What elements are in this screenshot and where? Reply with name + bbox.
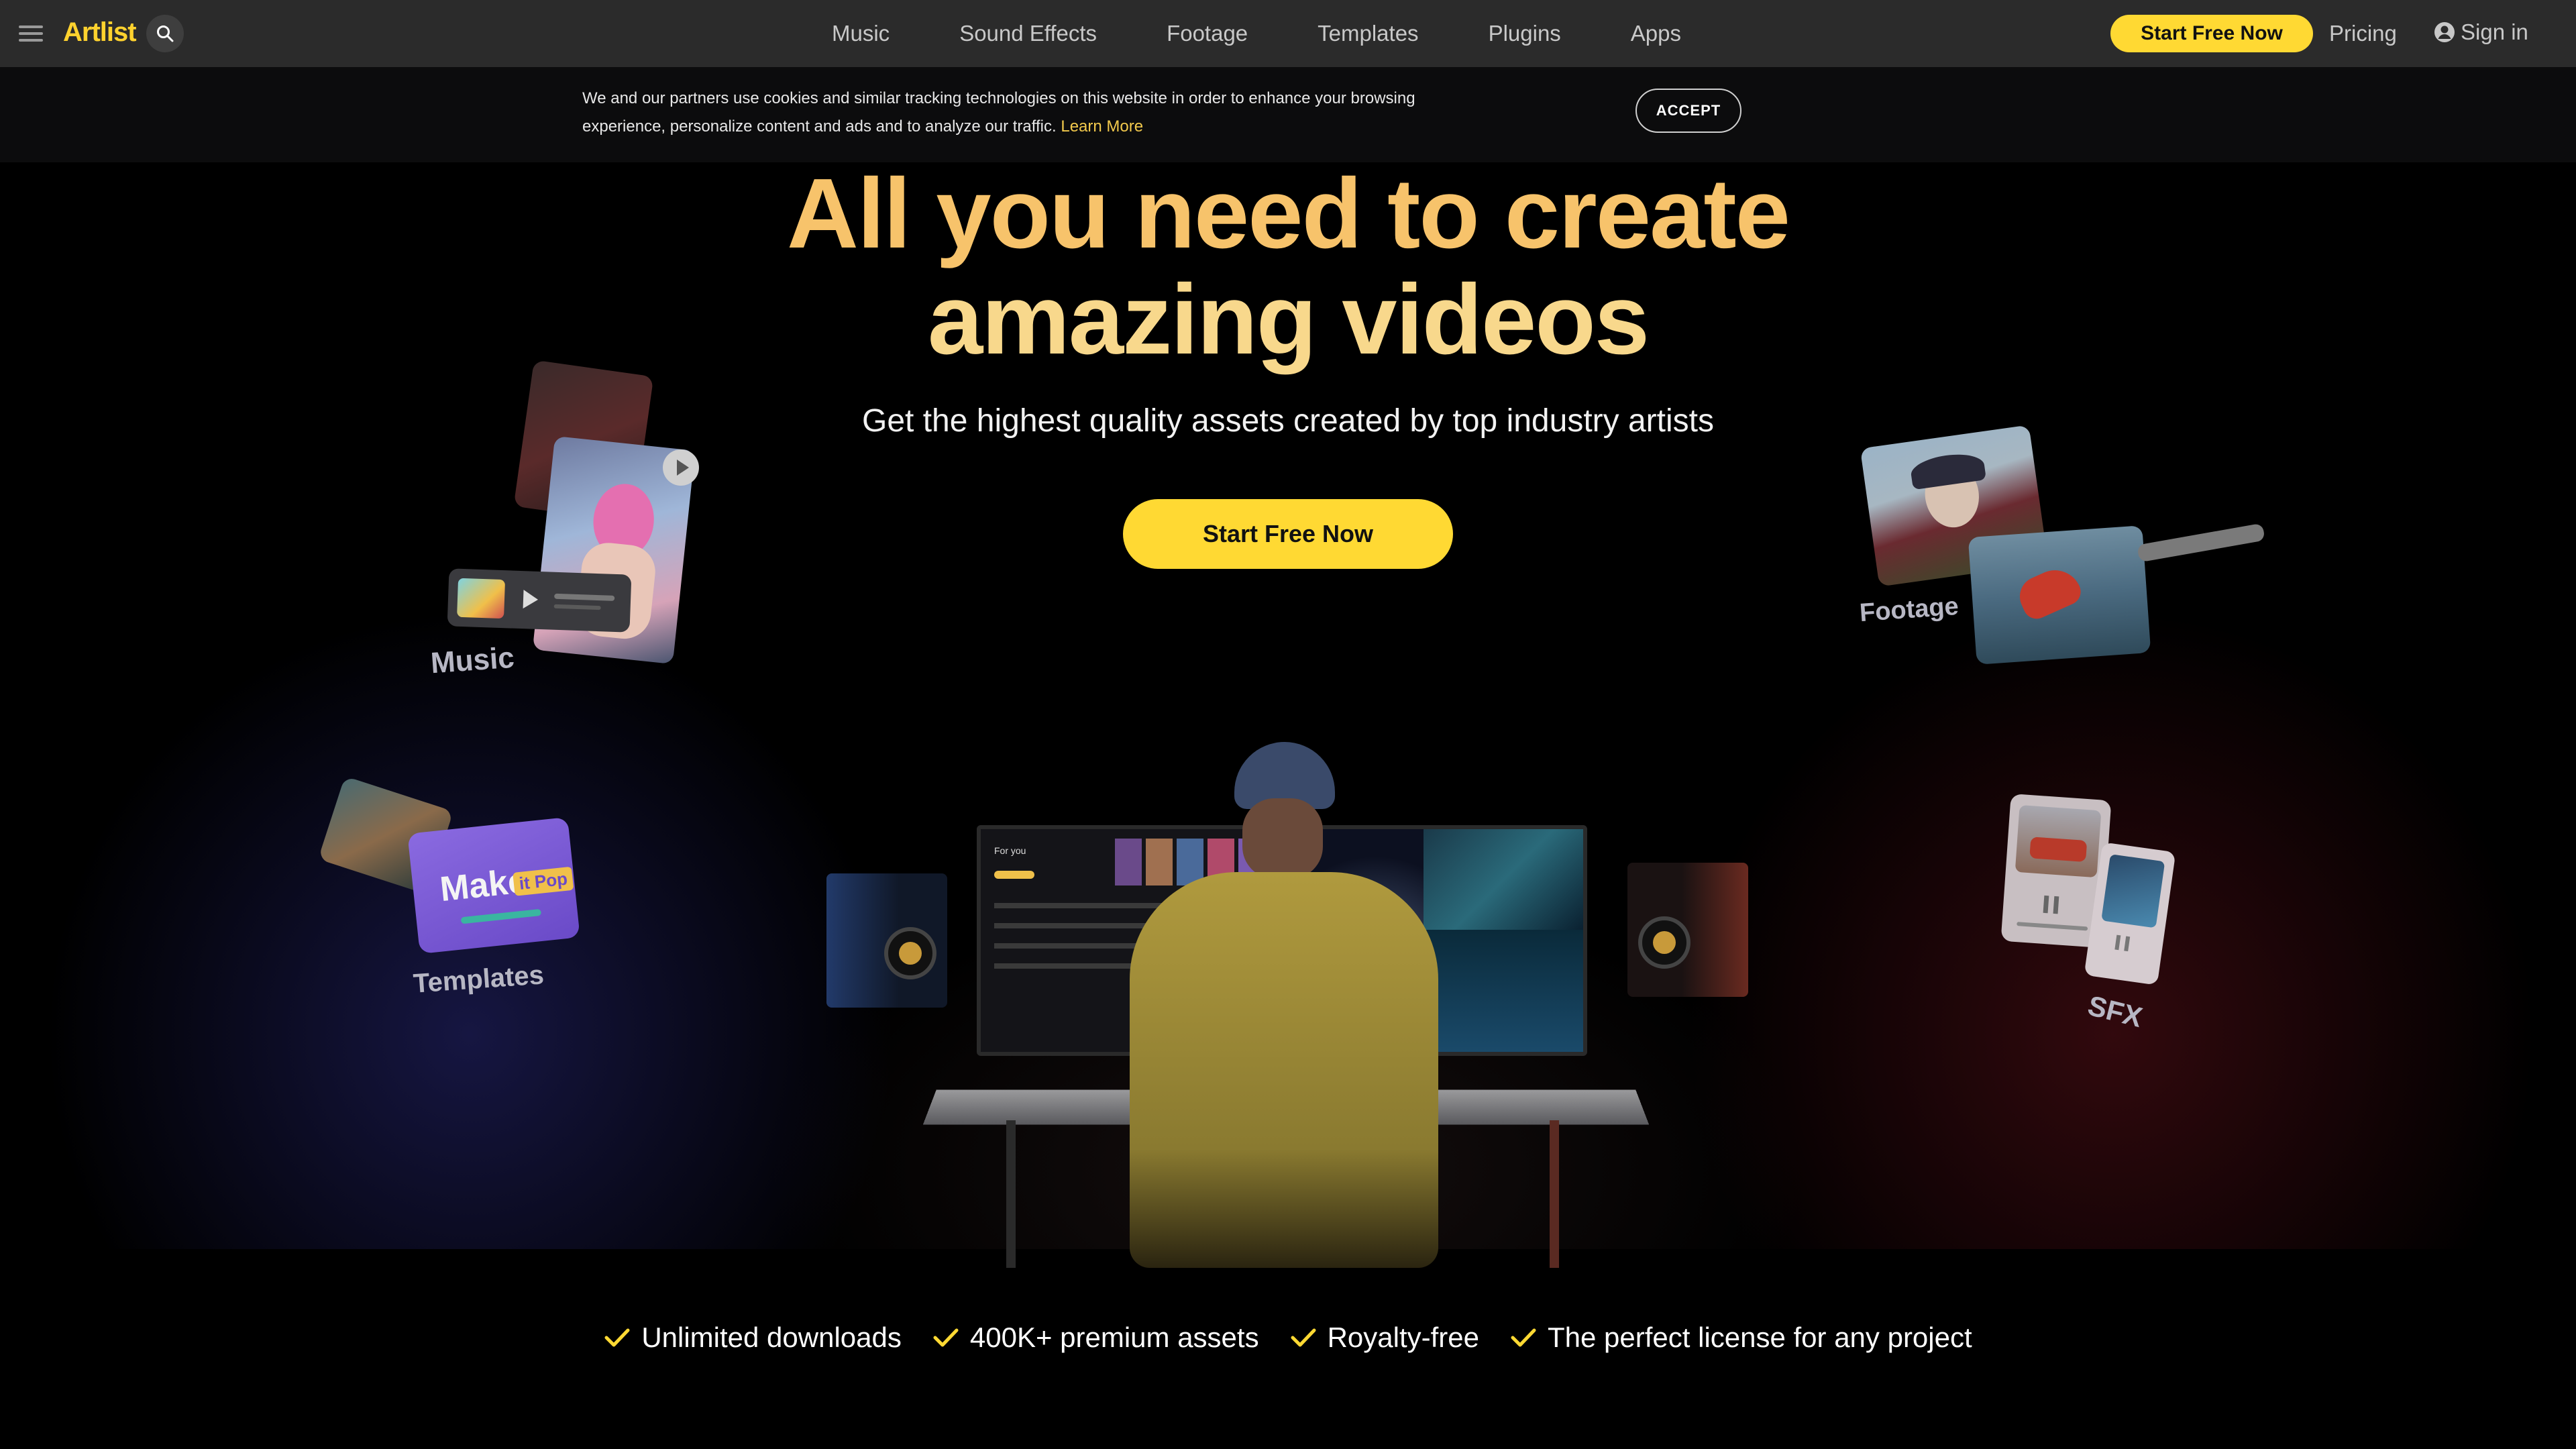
search-button[interactable]: [146, 15, 184, 52]
feature-list: Unlimited downloads 400K+ premium assets…: [0, 1322, 2576, 1354]
nav-link-templates[interactable]: Templates: [1318, 21, 1418, 46]
check-icon: [1291, 1328, 1316, 1347]
feature-label: 400K+ premium assets: [969, 1322, 1259, 1353]
hero-title-line-2: amazing videos: [927, 264, 1650, 375]
nav-link-sound-effects[interactable]: Sound Effects: [959, 21, 1097, 46]
sign-in-link[interactable]: Sign in: [2434, 19, 2528, 45]
accept-cookies-button[interactable]: ACCEPT: [1635, 89, 1741, 133]
pricing-link[interactable]: Pricing: [2329, 21, 2397, 46]
check-icon: [1511, 1328, 1536, 1347]
cookie-text: We and our partners use cookies and simi…: [582, 89, 1415, 136]
feature-label: Royalty-free: [1327, 1322, 1479, 1353]
check-icon: [604, 1328, 630, 1347]
top-navigation: Artlist Music Sound Effects Footage Temp…: [0, 0, 2576, 67]
right-speaker: [1627, 863, 1748, 997]
feature-label: Unlimited downloads: [641, 1322, 902, 1353]
screen-heading: For you: [994, 845, 1026, 856]
templates-make-card: Make it Pop: [407, 816, 580, 955]
music-player-widget: [447, 568, 632, 633]
hero-start-free-button[interactable]: Start Free Now: [1123, 499, 1453, 569]
nav-link-plugins[interactable]: Plugins: [1489, 21, 1561, 46]
footage-redsuit-card: [1968, 525, 2151, 665]
cookie-banner: We and our partners use cookies and simi…: [0, 67, 2576, 162]
hero-title-line-1: All you need to create: [787, 158, 1790, 269]
hamburger-icon[interactable]: [19, 24, 43, 43]
play-icon: [523, 590, 539, 609]
feature-item: The perfect license for any project: [1510, 1322, 1972, 1354]
sign-in-label: Sign in: [2461, 19, 2528, 44]
nav-link-footage[interactable]: Footage: [1167, 21, 1248, 46]
feature-item: Unlimited downloads: [604, 1322, 902, 1354]
hero-subtitle: Get the highest quality assets created b…: [862, 403, 1714, 439]
nav-start-free-button[interactable]: Start Free Now: [2110, 15, 2313, 52]
cookie-message: We and our partners use cookies and simi…: [582, 85, 1468, 141]
creator-workstation-illustration: For you: [792, 731, 1784, 1268]
play-circle-icon: [663, 449, 699, 486]
feature-item: Royalty-free: [1290, 1322, 1479, 1354]
search-icon: [157, 25, 174, 42]
pause-icon-2: [2114, 934, 2131, 952]
feature-item: 400K+ premium assets: [932, 1322, 1259, 1354]
user-icon: [2434, 22, 2455, 42]
music-label: Music: [429, 641, 516, 680]
hero-title: All you need to create amazing videos: [0, 161, 2576, 373]
feature-label: The perfect license for any project: [1548, 1322, 1972, 1353]
nav-link-apps[interactable]: Apps: [1631, 21, 1681, 46]
main-menu: Music Sound Effects Footage Templates Pl…: [832, 0, 1681, 67]
check-icon: [933, 1328, 959, 1347]
pause-icon: [2043, 895, 2059, 914]
artlist-logo[interactable]: Artlist: [63, 17, 137, 48]
nav-link-music[interactable]: Music: [832, 21, 890, 46]
left-speaker: [826, 873, 947, 1008]
learn-more-link[interactable]: Learn More: [1061, 117, 1143, 136]
